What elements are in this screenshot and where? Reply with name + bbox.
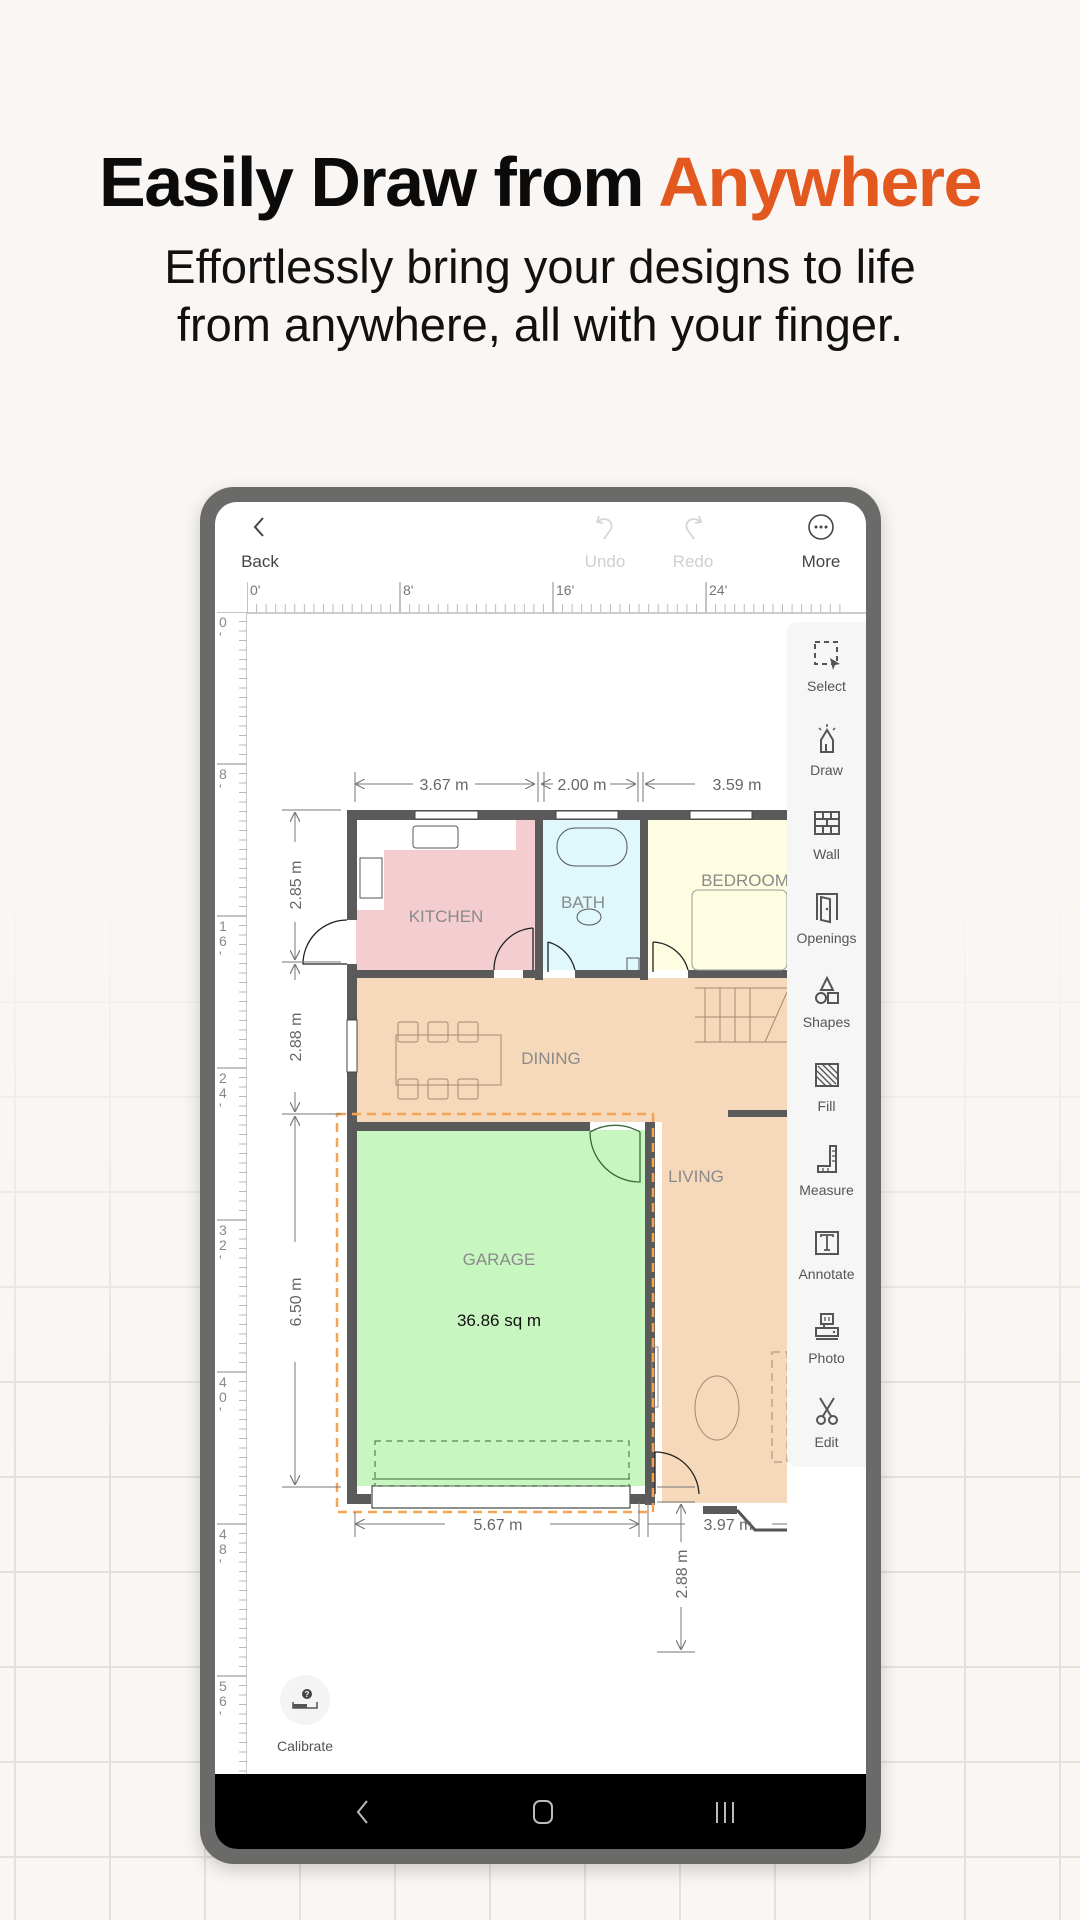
dim-top-1: 3.67 m [420,777,469,794]
drawing-canvas[interactable]: KITCHEN BATH BEDROOM DINING LIVING GARAG… [247,613,866,1776]
dim-top-3: 3.59 m [713,777,762,794]
wall-icon [787,806,866,842]
garage-area: 36.86 sq m [457,1311,541,1330]
headline-accent: Anywhere [658,143,982,221]
nav-back-icon[interactable] [333,1792,393,1832]
room-label-bedroom: BEDROOM [701,871,789,890]
left-ruler-label: 4 0 ' [219,1374,227,1420]
left-ruler-label: 0 ' [219,614,227,645]
room-label-garage: GARAGE [463,1250,536,1269]
system-nav-bar [215,1774,866,1849]
left-ruler-label: 8 ' [219,766,227,797]
tool-fill-label: Fill [817,1098,836,1114]
room-label-kitchen: KITCHEN [409,907,484,926]
back-label: Back [241,552,279,571]
tool-wall-label: Wall [813,846,840,862]
top-ruler: 0' 8' 16' 24' [247,582,866,614]
svg-text:?: ? [305,1690,310,1699]
room-label-bath: BATH [561,893,605,912]
tool-palette: Select Draw Wall Openings Shapes Fill Me… [787,622,866,1467]
tool-openings-label: Openings [796,930,857,946]
left-ruler-label: 3 2 ' [219,1222,227,1268]
room-label-dining: DINING [521,1049,581,1068]
kitchen-counter [356,820,516,850]
redo-icon [648,512,738,542]
scissors-icon [787,1394,866,1430]
photo-icon [787,1310,866,1346]
undo-label: Undo [584,552,626,571]
top-ruler-label: 0' [250,582,260,598]
tool-draw-label: Draw [810,762,843,778]
annotate-icon [787,1226,866,1262]
bedroom-fill[interactable] [647,820,787,970]
chevron-left-icon [215,512,305,542]
undo-icon [560,512,650,542]
left-ruler-label: 2 4 ' [219,1070,227,1116]
tool-draw[interactable]: Draw [787,718,866,802]
shapes-icon [787,974,866,1010]
redo-button[interactable]: Redo [648,502,738,582]
subheadline-line-1: Effortlessly bring your designs to life [164,240,916,293]
draw-icon [787,722,866,758]
headline-text: Easily Draw from [99,143,645,221]
back-button[interactable]: Back [215,502,305,582]
tool-select-label: Select [807,678,846,694]
tool-shapes[interactable]: Shapes [787,970,866,1054]
top-ruler-label: 24' [709,582,727,598]
select-icon [787,638,866,674]
tool-fill[interactable]: Fill [787,1054,866,1138]
measure-icon [787,1142,866,1178]
tool-measure-label: Measure [799,1182,854,1198]
top-ruler-label: 16' [556,582,574,598]
redo-label: Redo [672,552,714,571]
calibrate-icon: ? [280,1675,330,1725]
top-ruler-label: 8' [403,582,413,598]
left-ruler-label: 5 6 ' [219,1678,227,1724]
more-button[interactable]: More [776,502,866,582]
nav-home-icon[interactable] [513,1792,573,1832]
tool-annotate-label: Annotate [798,1266,855,1282]
subheadline: Effortlessly bring your designs to life … [0,238,1080,354]
dim-left-2: 2.88 m [288,1013,305,1062]
phone-screen: Back Undo Redo More 0' 8' 16' 24' 0 ' 8 … [215,502,866,1849]
more-icon [776,512,866,542]
tool-wall[interactable]: Wall [787,802,866,886]
dim-top-2: 2.00 m [558,777,607,794]
dim-bottom-1: 5.67 m [474,1517,523,1534]
nav-recents-icon[interactable] [695,1792,755,1832]
more-label: More [801,552,841,571]
tool-annotate[interactable]: Annotate [787,1222,866,1306]
fill-icon [787,1058,866,1094]
tool-shapes-label: Shapes [802,1014,851,1030]
tool-select[interactable]: Select [787,634,866,718]
subheadline-line-2: from anywhere, all with your finger. [176,298,904,351]
door-icon [787,890,866,926]
tool-photo[interactable]: Photo [787,1306,866,1390]
garage-door-opening [371,1485,631,1509]
calibrate-button[interactable]: ? Calibrate [265,1675,345,1755]
dim-right-1: 2.88 m [674,1550,691,1599]
calibrate-label: Calibrate [276,1738,334,1754]
tool-edit[interactable]: Edit [787,1390,866,1474]
headline: Easily Draw from Anywhere [0,142,1080,222]
dim-bottom-2: 3.97 m [704,1517,753,1534]
tool-edit-label: Edit [814,1434,839,1450]
undo-button[interactable]: Undo [560,502,650,582]
tool-photo-label: Photo [808,1350,845,1366]
left-ruler-label: 1 6 ' [219,918,227,964]
dim-left-1: 2.85 m [288,861,305,910]
phone-frame: Back Undo Redo More 0' 8' 16' 24' 0 ' 8 … [200,487,881,1864]
room-label-living: LIVING [668,1167,724,1186]
dim-left-3: 6.50 m [288,1278,305,1327]
garage-fill[interactable] [356,1130,654,1486]
tool-openings[interactable]: Openings [787,886,866,970]
left-ruler-label: 4 8 ' [219,1526,227,1572]
tool-measure[interactable]: Measure [787,1138,866,1222]
